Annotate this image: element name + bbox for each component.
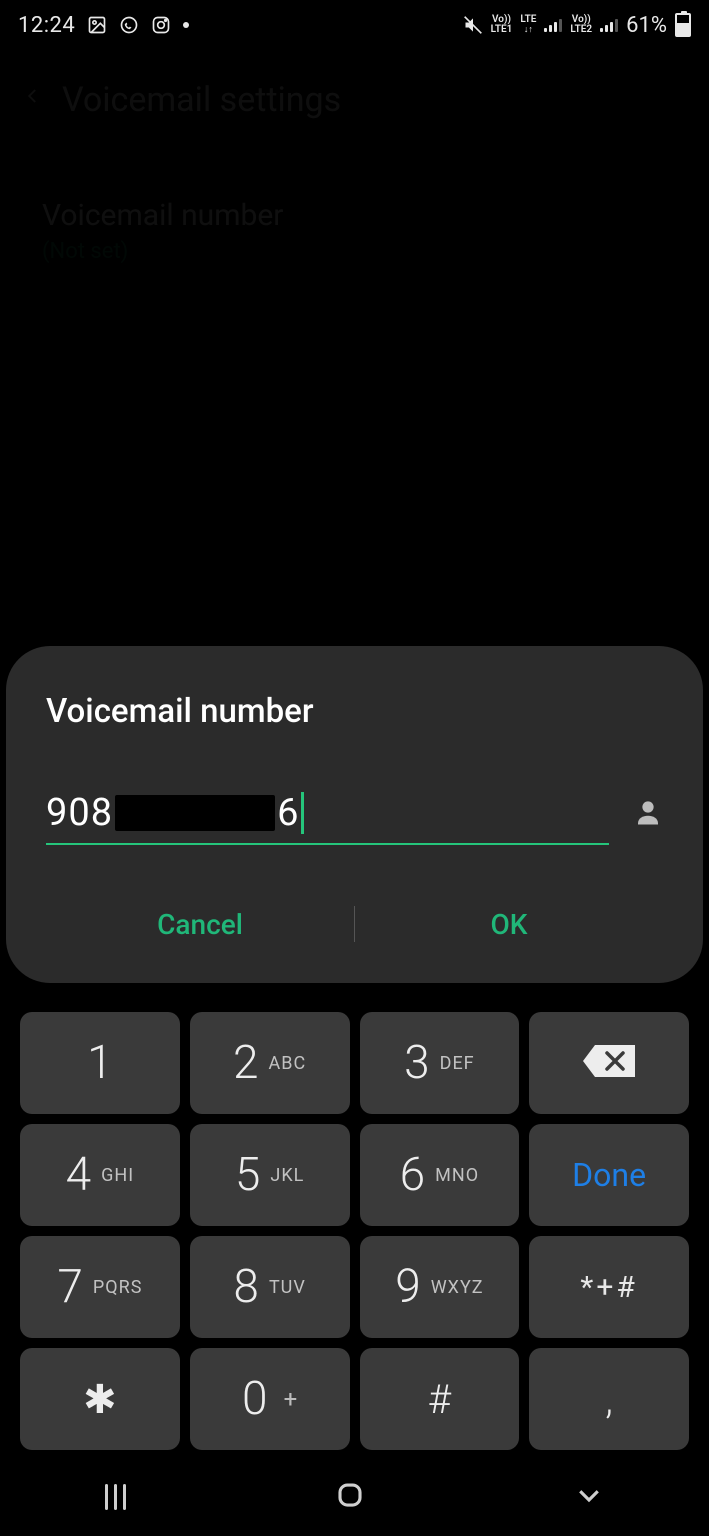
lte-indicator: LTE ↓↑ bbox=[520, 15, 536, 35]
battery-icon bbox=[675, 13, 691, 37]
key-3-digit: 3 bbox=[404, 1036, 430, 1090]
key-comma-label: , bbox=[605, 1376, 613, 1423]
key-5[interactable]: 5 JKL bbox=[190, 1124, 350, 1226]
key-7-digit: 7 bbox=[57, 1260, 83, 1314]
key-5-digit: 5 bbox=[235, 1148, 261, 1202]
key-6-digit: 6 bbox=[400, 1148, 426, 1202]
key-0-digit: 0 bbox=[242, 1372, 268, 1426]
key-7-letters: PQRS bbox=[93, 1277, 143, 1298]
key-5-letters: JKL bbox=[270, 1165, 304, 1186]
key-8-letters: TUV bbox=[269, 1277, 306, 1298]
battery-percent: 61% bbox=[626, 13, 667, 38]
key-8[interactable]: 8 TUV bbox=[190, 1236, 350, 1338]
number-prefix: 908 bbox=[46, 791, 113, 835]
backspace-icon bbox=[581, 1043, 637, 1083]
signal-bars-2 bbox=[600, 18, 618, 32]
cancel-button[interactable]: Cancel bbox=[46, 908, 354, 941]
key-7[interactable]: 7 PQRS bbox=[20, 1236, 180, 1338]
key-4-letters: GHI bbox=[101, 1165, 134, 1186]
ok-button[interactable]: OK bbox=[355, 908, 663, 941]
input-underline bbox=[46, 843, 609, 845]
status-more-dot bbox=[183, 22, 189, 28]
signal-bars-1 bbox=[544, 18, 562, 32]
key-0-sub: + bbox=[284, 1385, 298, 1413]
key-4-digit: 4 bbox=[66, 1148, 92, 1202]
text-caret bbox=[301, 792, 304, 834]
instagram-icon bbox=[151, 15, 171, 35]
nav-home-button[interactable] bbox=[335, 1480, 365, 1514]
voicemail-number-dialog: Voicemail number 908 6 Cancel OK bbox=[6, 646, 703, 983]
key-symbols-label: *+# bbox=[580, 1270, 637, 1305]
key-1[interactable]: 1 bbox=[20, 1012, 180, 1114]
system-nav-bar bbox=[0, 1458, 709, 1536]
key-2-letters: ABC bbox=[269, 1053, 307, 1074]
nav-back-button[interactable] bbox=[574, 1480, 604, 1514]
key-6[interactable]: 6 MNO bbox=[360, 1124, 520, 1226]
key-hash[interactable]: # bbox=[360, 1348, 520, 1450]
key-done[interactable]: Done bbox=[529, 1124, 689, 1226]
key-star-label: ✱ bbox=[83, 1376, 117, 1423]
key-3-letters: DEF bbox=[440, 1053, 475, 1074]
key-comma[interactable]: , bbox=[529, 1348, 689, 1450]
key-9-letters: WXYZ bbox=[431, 1277, 484, 1298]
key-0[interactable]: 0+ bbox=[190, 1348, 350, 1450]
gallery-icon bbox=[87, 15, 107, 35]
status-bar: 12:24 Vo)) LTE1 LTE ↓↑ Vo)) LTE2 61% bbox=[0, 0, 709, 50]
nav-recents-button[interactable] bbox=[105, 1484, 126, 1510]
key-symbols[interactable]: *+# bbox=[529, 1236, 689, 1338]
key-9-digit: 9 bbox=[395, 1260, 421, 1314]
key-3[interactable]: 3 DEF bbox=[360, 1012, 520, 1114]
voicemail-number-input[interactable]: 908 6 bbox=[46, 791, 609, 845]
whatsapp-icon bbox=[119, 15, 139, 35]
key-2[interactable]: 2 ABC bbox=[190, 1012, 350, 1114]
key-done-label: Done bbox=[572, 1156, 646, 1194]
status-time: 12:24 bbox=[18, 13, 75, 38]
numeric-keypad: 1 2 ABC 3 DEF 4 GHI 5 JKL 6 MNO Done 7 PQRS 8T… bbox=[0, 996, 709, 1458]
sim2-indicator: Vo)) LTE2 bbox=[570, 15, 592, 35]
lte2-label: LTE2 bbox=[570, 25, 592, 35]
key-9[interactable]: 9 WXYZ bbox=[360, 1236, 520, 1338]
number-suffix: 6 bbox=[277, 791, 299, 835]
key-hash-label: # bbox=[428, 1376, 451, 1423]
key-backspace[interactable] bbox=[529, 1012, 689, 1114]
key-2-digit: 2 bbox=[233, 1036, 259, 1090]
key-4[interactable]: 4 GHI bbox=[20, 1124, 180, 1226]
key-1-digit: 1 bbox=[87, 1036, 113, 1090]
dialog-title: Voicemail number bbox=[46, 692, 663, 731]
number-redacted bbox=[115, 795, 275, 831]
key-8-digit: 8 bbox=[233, 1260, 259, 1314]
sim1-indicator: Vo)) LTE1 bbox=[491, 15, 513, 35]
lte-label: LTE bbox=[520, 15, 536, 25]
key-star[interactable]: ✱ bbox=[20, 1348, 180, 1450]
mute-icon bbox=[463, 15, 483, 35]
key-6-letters: MNO bbox=[435, 1165, 479, 1186]
lte1-label: LTE1 bbox=[491, 25, 513, 35]
contact-picker-icon[interactable] bbox=[633, 797, 663, 845]
